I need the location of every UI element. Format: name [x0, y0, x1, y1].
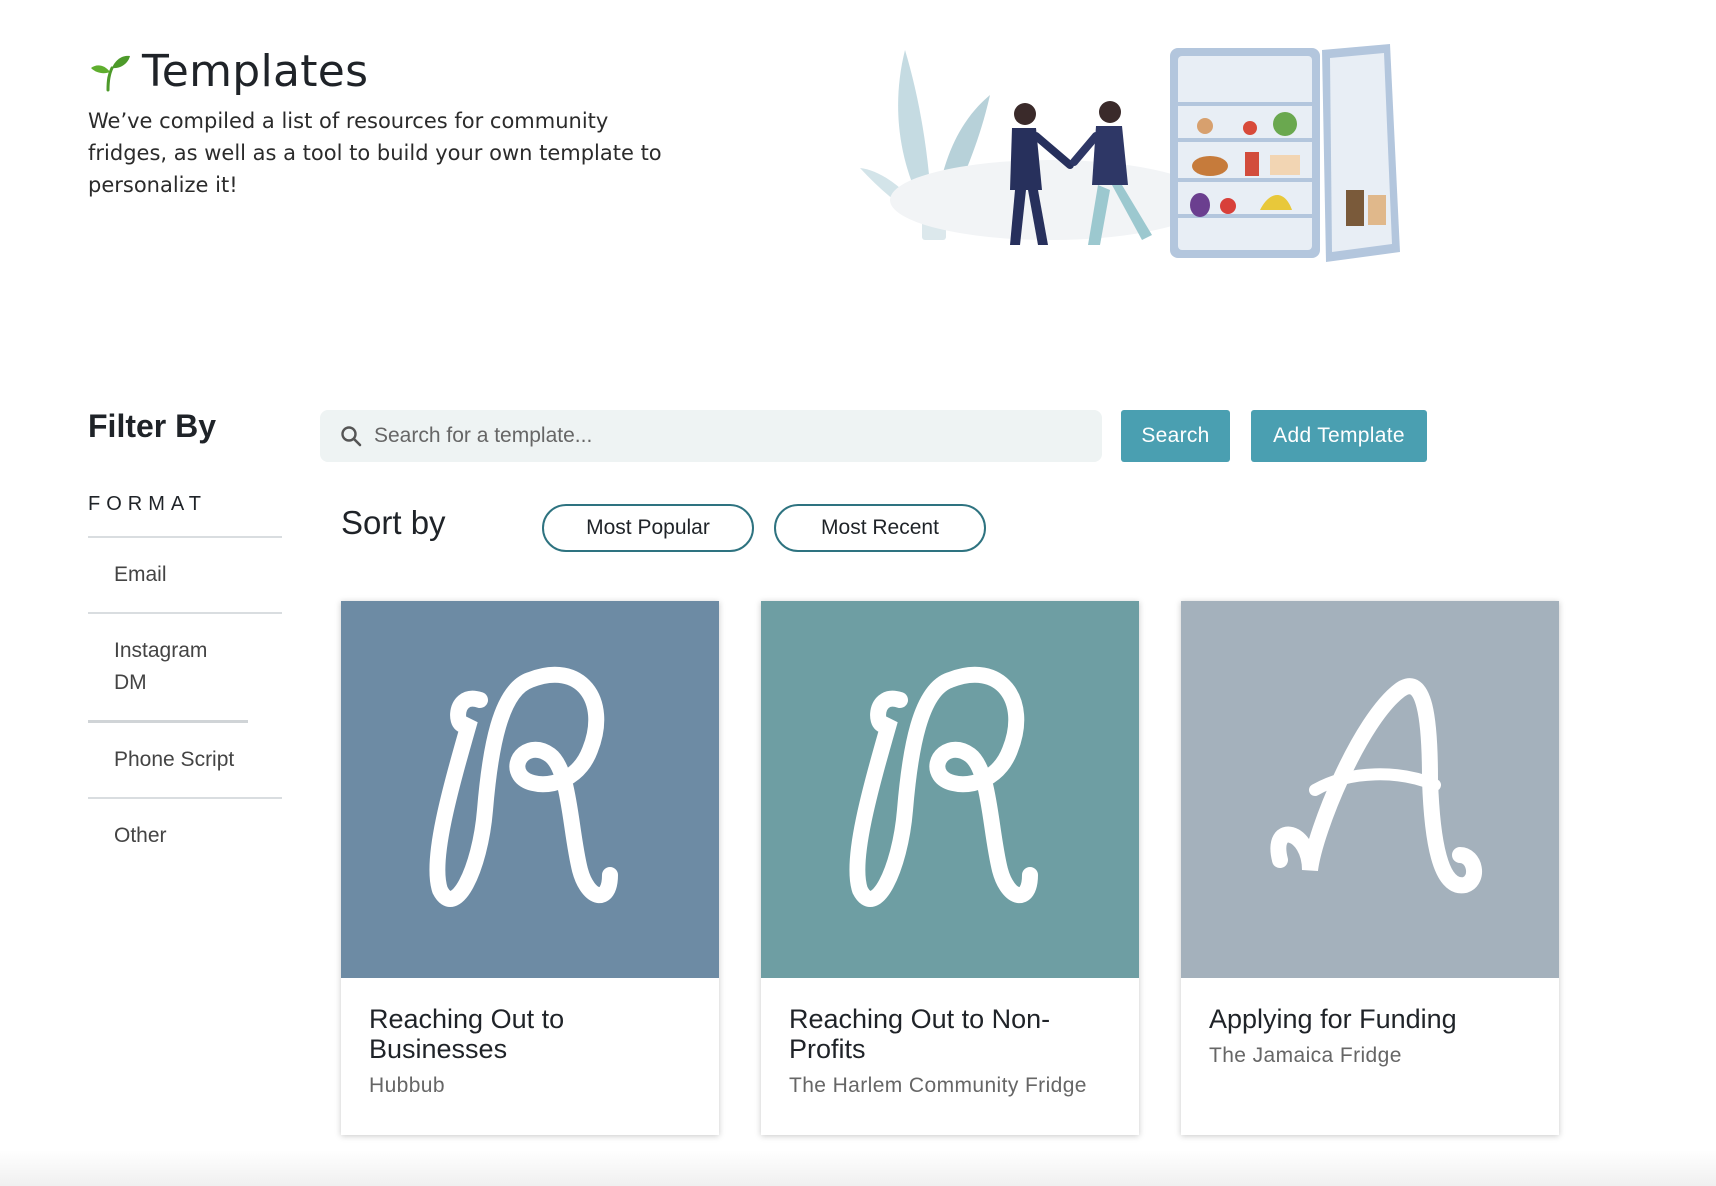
script-letter-a-icon — [1270, 677, 1482, 893]
filter-option-other[interactable]: Other — [88, 799, 282, 873]
sort-most-recent-button[interactable]: Most Recent — [774, 504, 986, 552]
search-button[interactable]: Search — [1121, 410, 1230, 462]
card-thumbnail — [1181, 601, 1559, 978]
card-thumbnail — [341, 601, 719, 978]
page-title: Templates — [142, 46, 369, 97]
search-input[interactable] — [374, 424, 1074, 448]
template-card[interactable]: Reaching Out to Businesses Hubbub — [341, 601, 719, 1135]
card-body: Reaching Out to Non-Profits The Harlem C… — [761, 978, 1139, 1124]
script-letter-r-icon — [429, 666, 618, 907]
add-template-button[interactable]: Add Template — [1251, 410, 1427, 462]
card-thumbnail — [761, 601, 1139, 978]
card-title: Reaching Out to Non-Profits — [789, 1004, 1051, 1064]
filter-sidebar: Filter By FORMAT Email Instagram DM Phon… — [88, 408, 282, 873]
filter-option-email[interactable]: Email — [88, 538, 282, 614]
card-body: Reaching Out to Businesses Hubbub — [341, 978, 719, 1124]
fridge-illustration — [860, 44, 1400, 262]
search-icon — [341, 426, 362, 447]
sprout-icon — [91, 55, 130, 91]
format-group-label: FORMAT — [88, 493, 282, 538]
title-row: Templates — [88, 46, 688, 97]
card-body: Applying for Funding The Jamaica Fridge — [1181, 978, 1559, 1094]
filter-heading: Filter By — [88, 408, 217, 444]
filter-option-instagram-dm[interactable]: Instagram DM — [88, 614, 248, 723]
script-letter-r-icon — [849, 666, 1038, 907]
sort-label: Sort by — [341, 504, 446, 541]
search-bar — [320, 410, 1102, 462]
card-organization: The Jamaica Fridge — [1209, 1044, 1402, 1067]
template-card[interactable]: Reaching Out to Non-Profits The Harlem C… — [761, 601, 1139, 1135]
page-bottom-fade — [0, 1150, 1716, 1186]
template-card[interactable]: Applying for Funding The Jamaica Fridge — [1181, 601, 1559, 1135]
page-intro: We’ve compiled a list of resources for c… — [88, 109, 662, 197]
card-organization: Hubbub — [369, 1074, 445, 1097]
card-organization: The Harlem Community Fridge — [789, 1074, 1087, 1097]
filter-option-phone-script[interactable]: Phone Script — [88, 723, 282, 799]
card-title: Reaching Out to Businesses — [369, 1004, 565, 1064]
sort-most-popular-button[interactable]: Most Popular — [542, 504, 754, 552]
card-title: Applying for Funding — [1209, 1004, 1457, 1034]
page-header: Templates We’ve compiled a list of resou… — [88, 46, 688, 201]
